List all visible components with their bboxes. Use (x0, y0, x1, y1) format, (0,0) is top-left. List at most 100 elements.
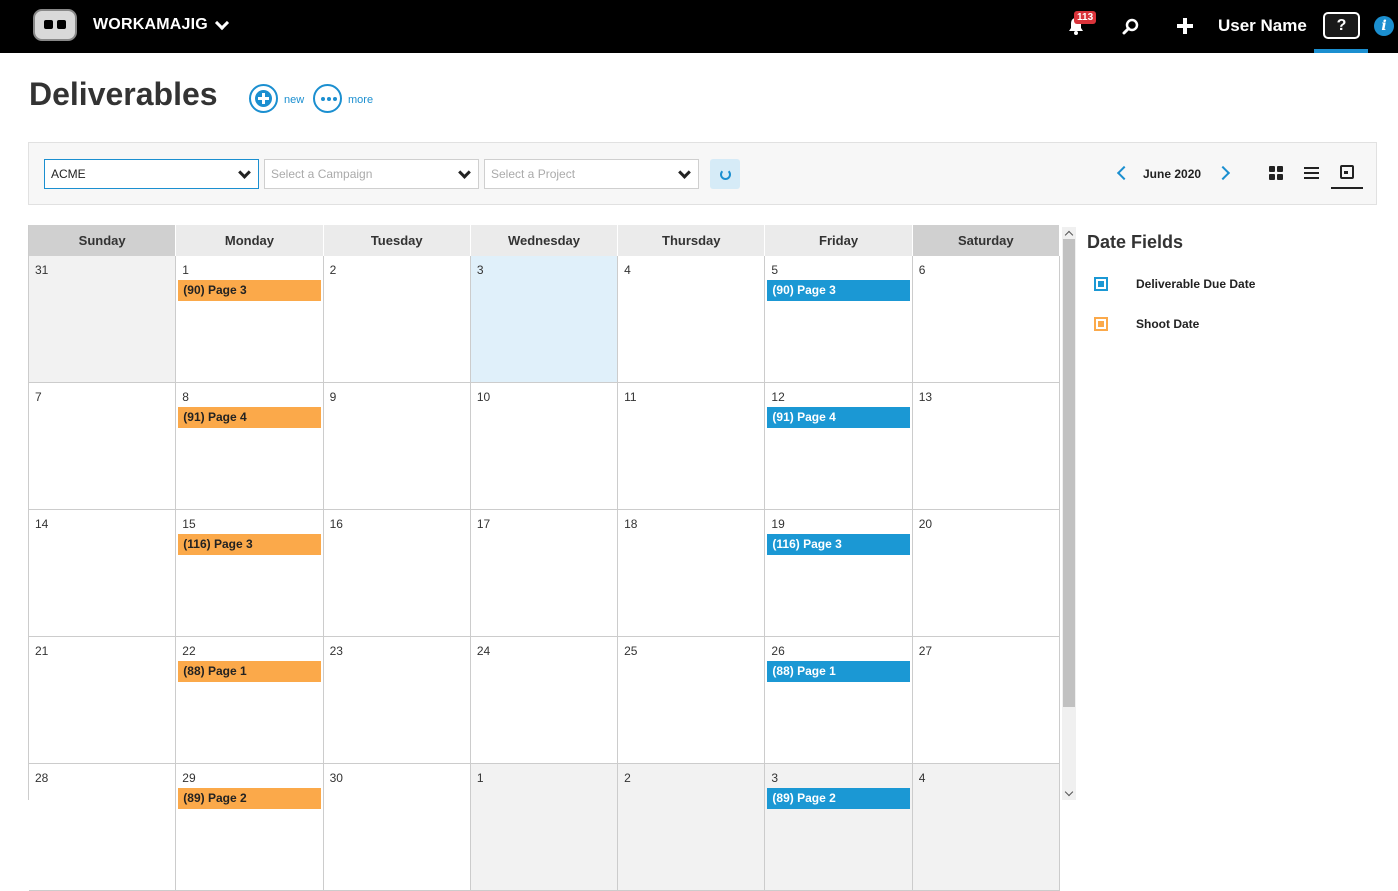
calendar-day[interactable]: 26 (88) Page 1 (765, 637, 913, 763)
legend-item-due-date[interactable]: Deliverable Due Date (1094, 277, 1255, 291)
shoot-date-event[interactable]: (116) Page 3 (178, 534, 321, 555)
campaign-select[interactable]: Select a Campaign (264, 159, 479, 189)
notification-badge: 113 (1074, 11, 1097, 24)
deliverable-due-event[interactable]: (91) Page 4 (767, 407, 910, 428)
calendar-day[interactable]: 25 (618, 637, 766, 763)
chevron-down-icon (678, 166, 691, 179)
calendar-scrollbar[interactable] (1062, 227, 1076, 800)
scrollbar-thumb[interactable] (1063, 239, 1075, 707)
calendar-day[interactable]: 28 (29, 764, 177, 890)
calendar-day[interactable]: 20 (912, 510, 1060, 636)
info-icon[interactable]: i (1374, 16, 1394, 36)
calendar-day[interactable]: 7 (29, 383, 177, 509)
calendar-day[interactable]: 22 (88) Page 1 (176, 637, 324, 763)
calendar-day[interactable]: 23 (323, 637, 471, 763)
calendar-week: 28 29 (89) Page 2 30 1 2 3 (89) Page 2 4 (29, 764, 1060, 891)
day-number: 11 (624, 390, 637, 404)
weekday-thursday: Thursday (618, 225, 766, 256)
project-select[interactable]: Select a Project (484, 159, 699, 189)
calendar-day[interactable]: 10 (470, 383, 619, 509)
more-label: more (348, 94, 374, 106)
calendar-day[interactable]: 2 (618, 764, 766, 890)
shoot-date-event[interactable]: (90) Page 3 (178, 280, 321, 301)
help-button[interactable]: ? (1323, 12, 1360, 39)
more-icon (313, 84, 342, 113)
workspace-switcher[interactable]: WORKAMAJIG (93, 15, 229, 34)
day-number: 1 (182, 263, 189, 277)
user-name[interactable]: User Name (1218, 16, 1307, 36)
calendar-week: 31 1 (90) Page 3 2 3 4 5 (90) Page 3 6 (29, 256, 1060, 383)
calendar-day[interactable]: 1 (90) Page 3 (176, 256, 324, 382)
calendar-day[interactable]: 27 (912, 637, 1060, 763)
calendar-day[interactable]: 30 (323, 764, 471, 890)
day-number: 2 (329, 263, 337, 277)
shoot-date-event[interactable]: (91) Page 4 (178, 407, 321, 428)
deliverable-due-event[interactable]: (90) Page 3 (767, 280, 910, 301)
calendar-day-today[interactable]: 3 (470, 256, 619, 382)
deliverable-due-event[interactable]: (88) Page 1 (767, 661, 910, 682)
calendar-view-icon[interactable] (1340, 165, 1354, 179)
calendar-day[interactable]: 16 (323, 510, 471, 636)
day-number: 30 (329, 771, 343, 785)
list-view-icon[interactable] (1304, 166, 1319, 180)
scroll-up-icon[interactable] (1064, 230, 1074, 240)
scroll-down-icon[interactable] (1064, 787, 1074, 797)
calendar-day[interactable]: 4 (618, 256, 766, 382)
deliverable-due-event[interactable]: (116) Page 3 (767, 534, 910, 555)
client-select-value: ACME (51, 167, 86, 181)
calendar-day[interactable]: 3 (89) Page 2 (765, 764, 913, 890)
calendar-week: 21 22 (88) Page 1 23 24 25 26 (88) Page 1 27 (29, 637, 1060, 764)
project-select-placeholder: Select a Project (491, 167, 576, 181)
calendar-day[interactable]: 4 (912, 764, 1060, 890)
day-number: 19 (771, 517, 785, 531)
calendar-day[interactable]: 11 (618, 383, 766, 509)
calendar-day[interactable]: 14 (29, 510, 177, 636)
legend-label: Shoot Date (1136, 317, 1200, 331)
robot-logo-icon[interactable] (33, 9, 77, 41)
day-number: 24 (476, 644, 491, 658)
calendar-weeks: 31 1 (90) Page 3 2 3 4 5 (90) Page 3 6 7 8 (91) Pag… (29, 256, 1060, 891)
calendar-day[interactable]: 2 (323, 256, 471, 382)
calendar-day[interactable]: 29 (89) Page 2 (176, 764, 324, 890)
chevron-down-icon (458, 166, 471, 179)
calendar-day[interactable]: 21 (29, 637, 177, 763)
day-number: 16 (329, 517, 343, 531)
new-button[interactable]: new (249, 84, 304, 113)
calendar-day[interactable]: 18 (618, 510, 766, 636)
help-active-indicator (1314, 49, 1368, 53)
calendar-day[interactable]: 15 (116) Page 3 (176, 510, 324, 636)
day-number: 23 (329, 644, 343, 658)
day-number: 27 (918, 644, 933, 658)
day-number: 20 (918, 517, 933, 531)
calendar-day[interactable]: 1 (470, 764, 619, 890)
calendar-day[interactable]: 13 (912, 383, 1060, 509)
weekday-monday: Monday (176, 225, 324, 256)
shoot-date-event[interactable]: (89) Page 2 (178, 788, 321, 809)
calendar-day[interactable]: 19 (116) Page 3 (765, 510, 913, 636)
calendar-day[interactable]: 6 (912, 256, 1060, 382)
calendar-day[interactable]: 9 (323, 383, 471, 509)
day-number: 29 (182, 771, 196, 785)
day-number: 1 (476, 771, 484, 785)
calendar-day[interactable]: 12 (91) Page 4 (765, 383, 913, 509)
shoot-date-event[interactable]: (88) Page 1 (178, 661, 321, 682)
calendar-day[interactable]: 5 (90) Page 3 (765, 256, 913, 382)
calendar-day[interactable]: 31 (29, 256, 177, 382)
day-number: 21 (35, 644, 49, 658)
refresh-button[interactable] (710, 159, 740, 189)
deliverable-due-event[interactable]: (89) Page 2 (767, 788, 910, 809)
calendar-day[interactable]: 24 (470, 637, 619, 763)
client-select[interactable]: ACME (44, 159, 259, 189)
prev-month-icon[interactable] (1116, 165, 1132, 181)
day-number: 8 (182, 390, 189, 404)
next-month-icon[interactable] (1215, 165, 1231, 181)
calendar-day[interactable]: 8 (91) Page 4 (176, 383, 324, 509)
day-number: 17 (476, 517, 491, 531)
calendar-day[interactable]: 17 (470, 510, 619, 636)
day-number: 9 (329, 390, 337, 404)
more-button[interactable]: more (313, 84, 373, 113)
legend-item-shoot-date[interactable]: Shoot Date (1094, 317, 1199, 331)
grid-view-icon[interactable] (1269, 166, 1283, 180)
search-icon[interactable] (1122, 17, 1140, 35)
plus-icon[interactable] (1176, 17, 1194, 35)
